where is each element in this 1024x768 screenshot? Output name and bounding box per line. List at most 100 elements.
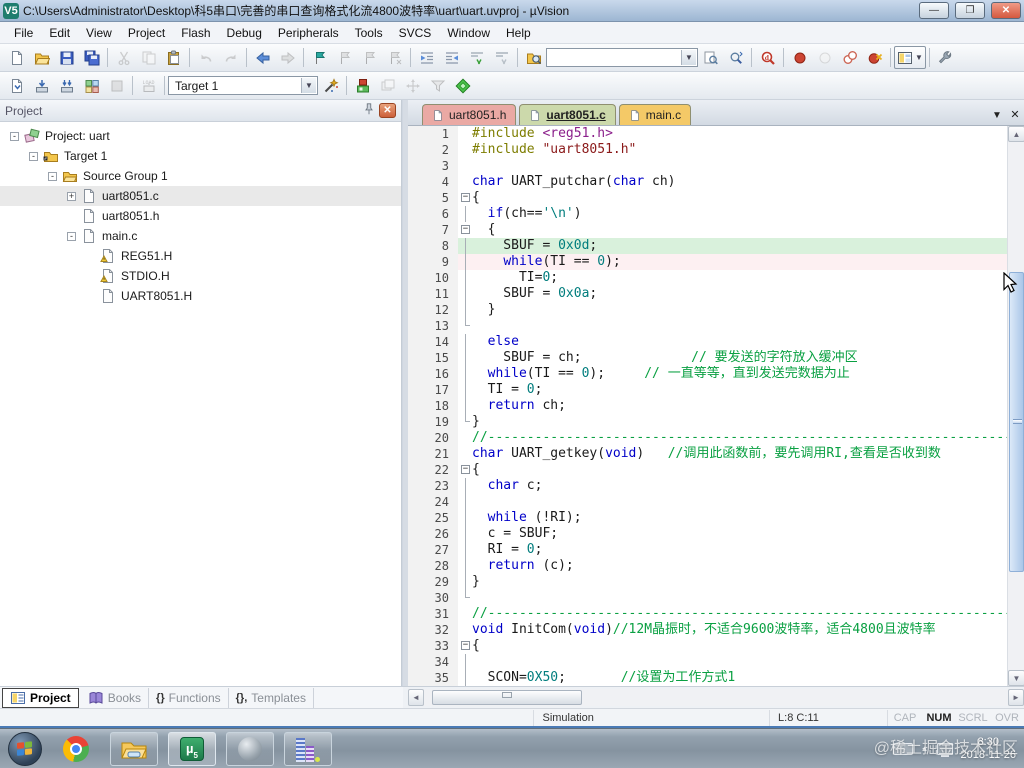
navigate-back-button[interactable]: [250, 46, 275, 69]
fold-collapse-icon[interactable]: −: [458, 462, 472, 478]
funnel-button[interactable]: [425, 74, 450, 97]
menu-svcs[interactable]: SVCS: [391, 23, 440, 43]
taskbar-chrome-button[interactable]: [52, 732, 100, 766]
code-line-13[interactable]: 13: [408, 318, 1007, 334]
code-line-9[interactable]: 9 while(TI == 0);: [408, 254, 1007, 270]
code-line-34[interactable]: 34: [408, 654, 1007, 670]
tree-item-source-group-1[interactable]: - Source Group 1: [0, 166, 401, 186]
copy-button[interactable]: [136, 46, 161, 69]
taskbar-explorer-button[interactable]: [110, 731, 158, 766]
keyboard-icon[interactable]: :::: [892, 742, 913, 755]
menu-edit[interactable]: Edit: [41, 23, 78, 43]
editor-tab-uart8051.c[interactable]: uart8051.c: [519, 104, 616, 125]
save-button[interactable]: [54, 46, 79, 69]
code-line-20[interactable]: 20 //------------------------------------…: [408, 430, 1007, 446]
network-icon[interactable]: [936, 742, 953, 757]
bookmark-toggle-button[interactable]: [307, 46, 332, 69]
code-line-1[interactable]: 1 #include <reg51.h>: [408, 126, 1007, 142]
menu-peripherals[interactable]: Peripherals: [270, 23, 347, 43]
code-line-7[interactable]: 7− {: [408, 222, 1007, 238]
collapse-icon[interactable]: -: [67, 231, 76, 241]
horizontal-scroll-thumb[interactable]: [432, 690, 582, 705]
menu-file[interactable]: File: [6, 23, 41, 43]
menu-flash[interactable]: Flash: [173, 23, 218, 43]
taskbar-uvision-button[interactable]: µ5: [168, 731, 216, 766]
bookmark-clear-button[interactable]: [382, 46, 407, 69]
fold-collapse-icon[interactable]: −: [458, 222, 472, 238]
menu-project[interactable]: Project: [120, 23, 173, 43]
download-load-button[interactable]: LOAD: [136, 74, 161, 97]
bookmark-next-button[interactable]: [357, 46, 382, 69]
scroll-right-icon[interactable]: ►: [1008, 689, 1024, 706]
window-layout-dropdown[interactable]: ▼: [894, 46, 926, 69]
view-tab-books[interactable]: Books: [81, 688, 150, 708]
start-button[interactable]: [8, 731, 42, 766]
code-line-24[interactable]: 24: [408, 494, 1007, 510]
code-line-4[interactable]: 4 char UART_putchar(char ch): [408, 174, 1007, 190]
breakpoint-insert-button[interactable]: [787, 46, 812, 69]
code-line-19[interactable]: 19}: [408, 414, 1007, 430]
find-next-button[interactable]: [698, 46, 723, 69]
code-line-15[interactable]: 15 SBUF = ch; // 要发送的字符放入缓冲区: [408, 350, 1007, 366]
pack-installer-button[interactable]: [450, 74, 475, 97]
code-line-17[interactable]: 17 TI = 0;: [408, 382, 1007, 398]
menu-view[interactable]: View: [78, 23, 120, 43]
collapse-icon[interactable]: -: [10, 131, 19, 141]
debug-session-button[interactable]: d: [755, 46, 780, 69]
rebuild-button[interactable]: [54, 74, 79, 97]
code-line-2[interactable]: 2 #include "uart8051.h": [408, 142, 1007, 158]
breakpoint-enable-button[interactable]: [812, 46, 837, 69]
code-line-31[interactable]: 31 //------------------------------------…: [408, 606, 1007, 622]
debug-cube-button[interactable]: [350, 74, 375, 97]
tree-item-main.c[interactable]: - main.c: [0, 226, 401, 246]
collapse-icon[interactable]: -: [48, 171, 57, 181]
close-button[interactable]: ✕: [991, 2, 1021, 19]
translate-button[interactable]: [4, 74, 29, 97]
vertical-scroll-thumb[interactable]: [1009, 272, 1024, 572]
cut-button[interactable]: [111, 46, 136, 69]
tree-item-target-1[interactable]: - Target 1: [0, 146, 401, 166]
indent-right-button[interactable]: [414, 46, 439, 69]
collapse-icon[interactable]: -: [29, 151, 38, 161]
code-line-27[interactable]: 27 RI = 0;: [408, 542, 1007, 558]
breakpoint-kill-all-button[interactable]: [862, 46, 887, 69]
code-line-30[interactable]: 30: [408, 590, 1007, 606]
code-line-22[interactable]: 22−{: [408, 462, 1007, 478]
tree-item-uart8051.h[interactable]: uart8051.h: [0, 206, 401, 226]
tree-item-uart8051.c[interactable]: + uart8051.c: [0, 186, 401, 206]
indent-left-button[interactable]: [439, 46, 464, 69]
code-line-12[interactable]: 12 }: [408, 302, 1007, 318]
code-line-16[interactable]: 16 while(TI == 0); // 一直等等，直到发送完数据为止: [408, 366, 1007, 382]
menu-window[interactable]: Window: [439, 23, 498, 43]
fold-collapse-icon[interactable]: −: [458, 638, 472, 654]
target-select-combobox[interactable]: Target 1 ▼: [168, 76, 318, 95]
code-line-25[interactable]: 25 while (!RI);: [408, 510, 1007, 526]
view-tab-functions[interactable]: {} Functions: [149, 688, 229, 708]
scroll-left-icon[interactable]: ◄: [408, 689, 424, 706]
code-line-8[interactable]: 8 SBUF = 0x0d;: [408, 238, 1007, 254]
pin-icon[interactable]: [362, 102, 376, 119]
tree-item-project-uart[interactable]: - Project: uart: [0, 126, 401, 146]
view-tab-templates[interactable]: {}, Templates: [229, 688, 314, 708]
project-panel-close-icon[interactable]: ✕: [379, 103, 396, 118]
code-area[interactable]: 1 #include <reg51.h> 2 #include "uart8051.h…: [408, 126, 1007, 686]
redo-button[interactable]: [218, 46, 243, 69]
tree-item-uart8051.h[interactable]: UART8051.H: [0, 286, 401, 306]
taskbar-globe-button[interactable]: [226, 731, 274, 766]
code-line-35[interactable]: 35 SCON=0X50; //设置为工作方式1: [408, 670, 1007, 686]
code-line-10[interactable]: 10 TI=0;: [408, 270, 1007, 286]
editor-tab-uart8051.h[interactable]: uart8051.h: [422, 104, 517, 125]
undo-button[interactable]: [193, 46, 218, 69]
expand-icon[interactable]: +: [67, 191, 76, 201]
code-line-5[interactable]: 5−{: [408, 190, 1007, 206]
tab-list-dropdown-icon[interactable]: ▼: [988, 110, 1006, 125]
open-file-button[interactable]: [29, 46, 54, 69]
comment-button[interactable]: [464, 46, 489, 69]
uncomment-button[interactable]: [489, 46, 514, 69]
scroll-down-icon[interactable]: ▼: [1008, 670, 1024, 686]
search-combobox[interactable]: ▼: [546, 48, 698, 67]
stop-build-button[interactable]: [104, 74, 129, 97]
build-button[interactable]: [29, 74, 54, 97]
code-line-18[interactable]: 18 return ch;: [408, 398, 1007, 414]
close-document-icon[interactable]: ✕: [1006, 108, 1024, 125]
